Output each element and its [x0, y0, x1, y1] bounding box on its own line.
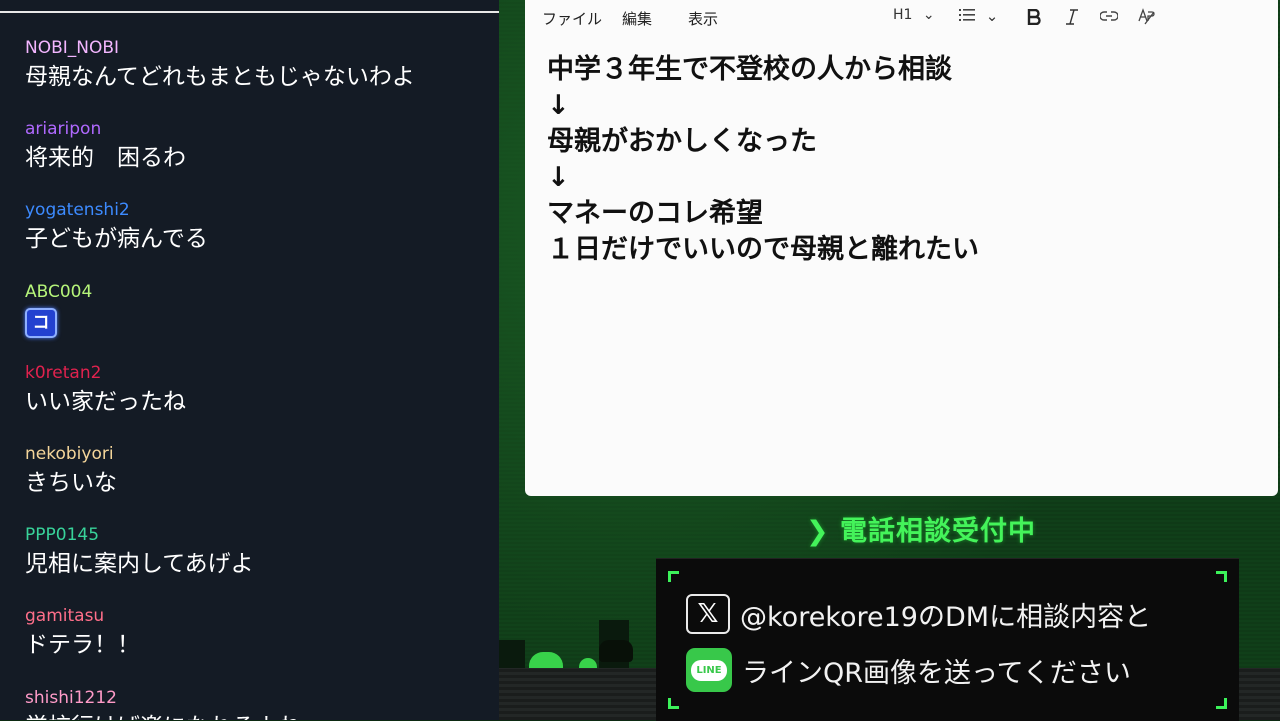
chevron-down-icon: ⌄	[922, 7, 935, 23]
chat-top-divider	[0, 11, 499, 13]
chat-text: 学校行けば楽になれるよね	[25, 712, 485, 720]
text-line: 中学３年生で不登校の人から相談	[547, 54, 952, 85]
chat-text: 児相に案内してあげよ	[25, 551, 254, 577]
chat-text: 母親なんてどれもまともじゃないわよ	[25, 64, 415, 90]
chat-text: いい家だったね	[25, 389, 186, 415]
chat-username: ariaripon	[25, 119, 102, 139]
text-line: 母親がおかしくなった	[547, 126, 817, 157]
bird-sprite	[599, 640, 633, 662]
bold-icon[interactable]	[1027, 9, 1041, 25]
line-logo-text: LINE	[691, 659, 727, 681]
line-contact-row: LINE ラインQR画像を送ってください	[686, 647, 1131, 693]
x-contact-text: @korekore19のDMに相談内容と	[740, 601, 1152, 633]
contact-info-panel: 𝕏 @korekore19のDMに相談内容と LINE ラインQR画像を送ってく…	[656, 558, 1239, 721]
frame-corner	[668, 698, 679, 709]
scenery-block	[499, 640, 525, 670]
text-line: ↓	[547, 90, 570, 121]
menu-edit[interactable]: 編集	[622, 8, 652, 29]
italic-icon[interactable]	[1065, 9, 1079, 25]
chat-message: nekobiyori きちいな	[25, 444, 485, 498]
chat-username: PPP0145	[25, 525, 100, 545]
chat-message: k0retan2 いい家だったね	[25, 363, 485, 417]
chat-username: ABC004	[25, 282, 93, 302]
chat-username: shishi1212	[25, 688, 117, 708]
chat-message: PPP0145 児相に案内してあげよ	[25, 525, 485, 579]
chat-username: yogatenshi2	[25, 200, 130, 220]
chat-text: 子どもが病んでる	[25, 226, 208, 252]
document-body[interactable]: 中学３年生で不登校の人から相談 ↓ 母親がおかしくなった ↓ マネーのコレ希望 …	[547, 52, 1247, 268]
chat-message: gamitasu ドテラ！！	[25, 606, 485, 660]
x-logo: 𝕏	[686, 594, 730, 634]
chat-message: NOBI_NOBI 母親なんてどれもまともじゃないわよ	[25, 38, 485, 92]
stamp-icon: コ	[25, 308, 57, 338]
frame-corner	[668, 571, 679, 582]
chat-username: gamitasu	[25, 606, 105, 626]
chevron-down-icon: ⌄	[985, 7, 999, 25]
text-line: ↓	[547, 162, 570, 193]
heading-dropdown[interactable]: H1 ⌄	[893, 7, 935, 23]
notepad-window: ファイル 編集 表示 H1 ⌄ ⌄ 中学３年生で不登校の人から相談 ↓ 母親がお…	[525, 0, 1278, 496]
link-icon[interactable]	[1100, 10, 1118, 22]
chat-text: きちいな	[25, 470, 117, 496]
heading-label: H1	[893, 7, 913, 23]
text-line: マネーのコレ希望	[547, 198, 763, 229]
chat-username: NOBI_NOBI	[25, 38, 120, 58]
phone-consult-title: ❯ 電話相談受付中	[806, 516, 1037, 547]
chat-username: k0retan2	[25, 363, 102, 383]
menu-file[interactable]: ファイル	[542, 8, 602, 29]
chat-text: ドテラ！！	[25, 632, 140, 658]
line-contact-text: ラインQR画像を送ってください	[742, 657, 1131, 689]
bush-sprite	[529, 652, 563, 668]
list-dropdown[interactable]: ⌄	[959, 7, 998, 25]
chat-username: nekobiyori	[25, 444, 114, 464]
chat-message: yogatenshi2 子どもが病んでる	[25, 200, 485, 254]
bush-sprite	[579, 658, 597, 668]
text-line: １日だけでいいので母親と離れたい	[547, 234, 979, 265]
chat-panel: NOBI_NOBI 母親なんてどれもまともじゃないわよ ariaripon 将来…	[0, 0, 499, 720]
frame-corner	[1216, 571, 1227, 582]
chat-message: ariaripon 将来的 困るわ	[25, 119, 485, 173]
spellcheck-icon[interactable]	[1138, 8, 1156, 26]
chat-message: ABC004 コ	[25, 282, 485, 338]
menu-view[interactable]: 表示	[688, 8, 718, 29]
list-icon	[959, 9, 975, 21]
chat-message: shishi1212 学校行けば楽になれるよね	[25, 688, 485, 720]
chat-text: 将来的 困るわ	[25, 145, 186, 171]
frame-corner	[1216, 698, 1227, 709]
x-contact-row: 𝕏 @korekore19のDMに相談内容と	[686, 591, 1151, 637]
menu-bar: ファイル 編集 表示 H1 ⌄ ⌄	[525, 0, 1278, 34]
line-logo: LINE	[686, 648, 732, 692]
